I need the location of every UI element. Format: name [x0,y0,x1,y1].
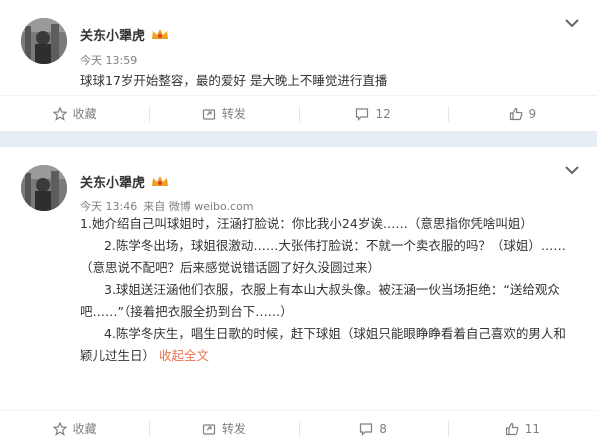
post-text: 1.她介绍自己叫球姐时，汪涵打脸说：你比我小24岁诶……（意思指你凭啥叫姐） 2… [80,213,577,367]
post-paragraph: 2.陈学冬出场，球姐很激动……大张伟打脸说：不就一个卖衣服的吗？（球姐）……（意… [80,238,566,275]
repost-icon [202,108,215,120]
post-paragraph: 4.陈学冬庆生，唱生日歌的时候，赶下球姐（球姐只能眼睁睁看着自己喜欢的男人和颖儿… [80,323,577,367]
collect-label: 收藏 [72,422,97,436]
star-icon [52,421,67,436]
author-name[interactable]: 关东小犟虎 [80,25,145,44]
chevron-down-icon[interactable] [565,18,579,28]
collect-button[interactable]: 收藏 [0,96,149,131]
post-source[interactable]: 来自 微博 weibo.com [143,198,253,214]
comment-icon [356,107,369,121]
thumbs-up-icon [509,107,523,120]
vip-crown-icon[interactable] [151,28,169,41]
thumbs-up-icon [505,422,519,435]
like-button[interactable]: 9 [447,96,597,131]
like-button[interactable]: 11 [447,411,597,446]
comment-count: 12 [375,106,391,121]
comment-button[interactable]: 8 [298,411,448,446]
collect-button[interactable]: 收藏 [0,411,149,446]
repost-button[interactable]: 转发 [149,96,298,131]
chevron-down-icon[interactable] [565,165,579,175]
post-time[interactable]: 今天 13:46 [80,198,137,214]
post-paragraph: 3.球姐送汪涵他们衣服，衣服上有本山大叔头像。被汪涵一伙当场拒绝：“送给观众吧…… [80,282,560,319]
action-bar: 收藏 转发 12 9 [0,95,597,131]
comment-icon [360,422,373,436]
weibo-post-2: 关东小犟虎 今天 13:46 来自 微博 weibo.com 1.她介绍自己叫球… [0,147,597,446]
vip-crown-icon[interactable] [151,175,169,188]
weibo-post-1: 关东小犟虎 今天 13:59 球球17岁开始整容，最的爱好 是大晚上不睡觉进行直… [0,0,597,131]
author-name[interactable]: 关东小犟虎 [80,172,145,191]
repost-button[interactable]: 转发 [149,411,298,446]
collapse-link[interactable]: 收起全文 [159,348,209,363]
repost-label: 转发 [221,422,246,436]
avatar[interactable] [21,165,67,211]
comment-button[interactable]: 12 [298,96,448,131]
action-bar: 收藏 转发 8 11 [0,410,597,446]
post-paragraph: 1.她介绍自己叫球姐时，汪涵打脸说：你比我小24岁诶……（意思指你凭啥叫姐） [80,216,533,231]
post-paragraph: 球球17岁开始整容，最的爱好 是大晚上不睡觉进行直播 [80,73,388,88]
repost-label: 转发 [221,107,246,121]
repost-icon [202,423,215,435]
post-time[interactable]: 今天 13:59 [80,52,137,68]
collect-label: 收藏 [72,107,97,121]
comment-count: 8 [379,421,387,436]
post-paragraph-text: 4.陈学冬庆生，唱生日歌的时候，赶下球姐（球姐只能眼睁睁看着自己喜欢的男人和颖儿… [80,326,566,363]
like-count: 9 [528,106,537,121]
star-icon [52,106,67,121]
avatar[interactable] [21,18,67,64]
like-count: 11 [524,421,541,436]
post-text: 球球17岁开始整容，最的爱好 是大晚上不睡觉进行直播 [80,70,577,92]
